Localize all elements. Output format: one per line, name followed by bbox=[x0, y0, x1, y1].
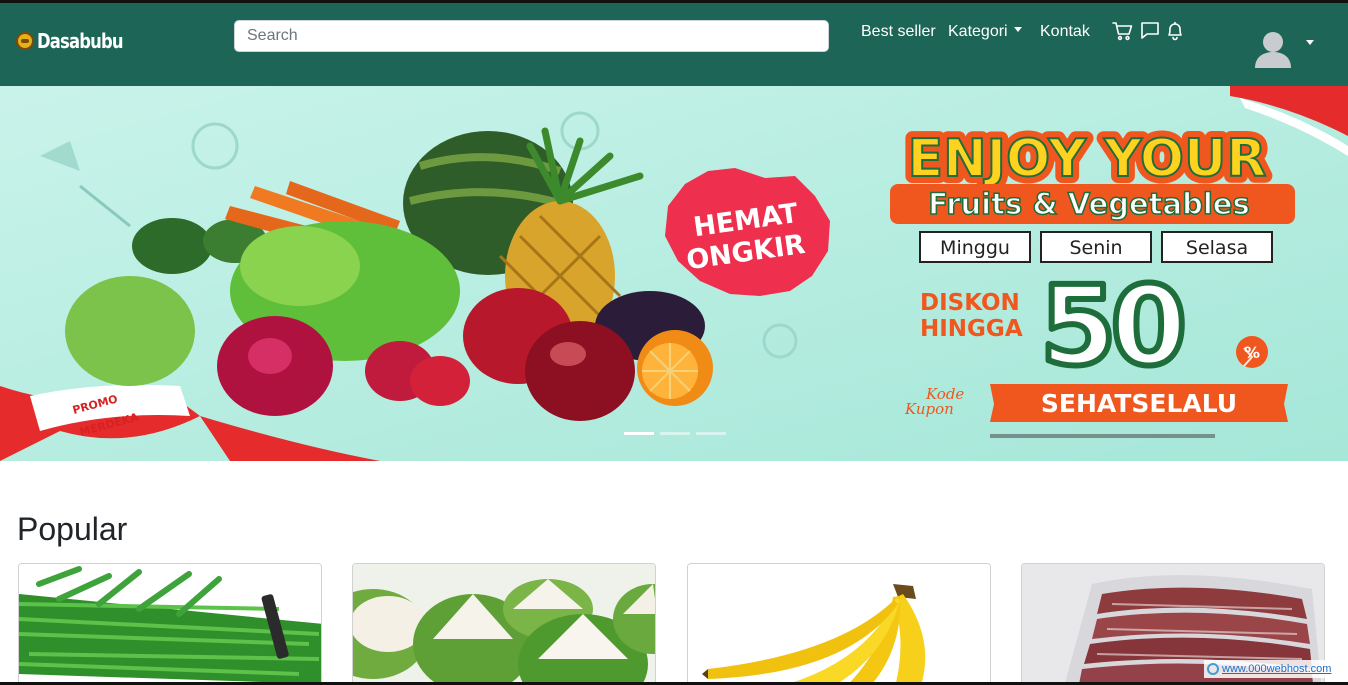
hero-discount-label-2: HINGGA bbox=[920, 316, 1023, 342]
cart-icon[interactable] bbox=[1112, 21, 1134, 46]
hero-banner-image: HEMAT ONGKIR PROMO MERDEKA ENJOY YOUR EN… bbox=[0, 86, 1348, 461]
product-card-pisang[interactable] bbox=[687, 563, 991, 685]
user-menu-chevron-down-icon[interactable] bbox=[1306, 40, 1314, 45]
brand-name: Dasabubu bbox=[37, 29, 124, 53]
popular-section-title: Popular bbox=[17, 511, 128, 547]
product-image-kelapa-muda bbox=[353, 564, 655, 685]
hero-coupon-label-2: Kupon bbox=[904, 400, 954, 418]
carousel-indicator-1[interactable] bbox=[624, 432, 654, 435]
hero-coupon-code: SEHATSELALU bbox=[1041, 389, 1237, 418]
nav-kategori-dropdown[interactable]: Kategori bbox=[948, 23, 1022, 41]
user-avatar-icon[interactable] bbox=[1254, 28, 1292, 68]
top-navbar: Dasabubu Best seller Kategori Kontak bbox=[0, 3, 1348, 86]
hero-headline: ENJOY YOUR bbox=[908, 129, 1267, 189]
chevron-down-icon bbox=[1013, 27, 1022, 33]
brand-link[interactable]: Dasabubu bbox=[16, 29, 142, 53]
search-input[interactable] bbox=[234, 20, 829, 52]
carousel-indicators bbox=[624, 432, 726, 435]
chat-icon[interactable] bbox=[1140, 21, 1160, 46]
hero-subheadline: Fruits & Vegetables bbox=[928, 187, 1249, 221]
host-watermark[interactable]: www.000webhost.com bbox=[1204, 660, 1335, 678]
product-card-kelapa-muda[interactable] bbox=[352, 563, 656, 685]
hero-discount-label-1: DISKON bbox=[920, 290, 1020, 316]
hero-day-1: Minggu bbox=[940, 237, 1010, 259]
carousel-indicator-3[interactable] bbox=[696, 432, 726, 435]
host-watermark-link[interactable]: www.000webhost.com bbox=[1222, 663, 1331, 675]
product-card-kangkung[interactable] bbox=[18, 563, 322, 685]
nav-kategori-label: Kategori bbox=[948, 23, 1008, 40]
brand-logo-icon bbox=[16, 32, 34, 50]
host-logo-icon bbox=[1207, 663, 1219, 675]
carousel-indicator-2[interactable] bbox=[660, 432, 690, 435]
bell-icon[interactable] bbox=[1165, 21, 1185, 46]
nav-best-seller[interactable]: Best seller bbox=[861, 23, 936, 41]
product-image-pisang bbox=[688, 564, 990, 685]
nav-kontak[interactable]: Kontak bbox=[1040, 23, 1090, 41]
hero-day-3: Selasa bbox=[1186, 237, 1248, 259]
product-image-kangkung bbox=[19, 564, 321, 685]
carousel-next-icon[interactable] bbox=[1238, 342, 1258, 372]
hero-discount-value: 50 bbox=[1040, 262, 1183, 390]
hero-carousel[interactable]: HEMAT ONGKIR PROMO MERDEKA ENJOY YOUR EN… bbox=[0, 86, 1348, 461]
hero-day-2: Senin bbox=[1069, 237, 1122, 259]
